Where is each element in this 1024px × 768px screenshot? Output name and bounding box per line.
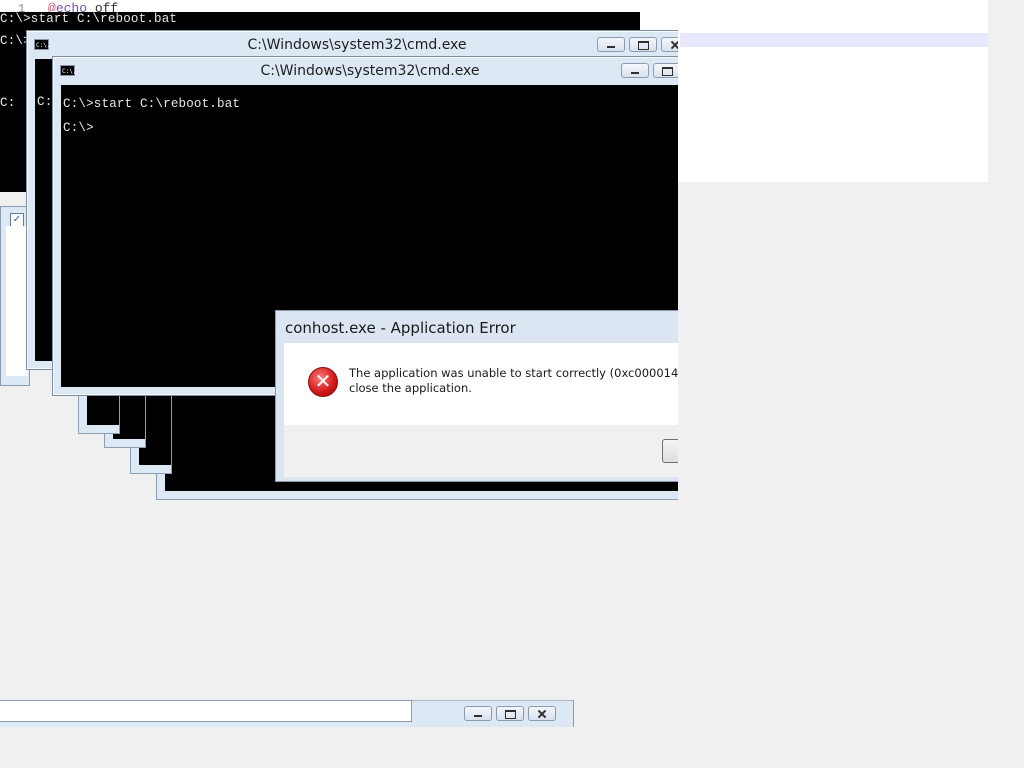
console-line: C:\>start C:\reboot.bat	[63, 97, 241, 111]
checkbox-icon: ✓	[10, 213, 24, 227]
dialog-footer	[284, 425, 686, 477]
editor-line-highlight	[680, 33, 988, 47]
back-console-line: C:\>start C:\reboot.bat	[0, 12, 178, 26]
back-console-line: C:	[0, 96, 16, 110]
dialog-body: ✕ The application was unable to start co…	[284, 343, 719, 425]
minimize-button[interactable]	[464, 706, 492, 721]
dialog-title: conhost.exe - Application Error	[285, 319, 516, 337]
maximize-button[interactable]	[653, 63, 681, 78]
dialog-message-line: close the application.	[349, 381, 472, 395]
minimize-button[interactable]	[597, 37, 625, 52]
bottom-window-client	[0, 700, 412, 722]
desktop-background	[678, 182, 1024, 768]
minimize-button[interactable]	[621, 63, 649, 78]
console-prompt-line: C:\>	[63, 121, 94, 135]
application-error-dialog[interactable]: conhost.exe - Application Error ✕ The ap…	[275, 310, 719, 482]
maximize-button[interactable]	[496, 706, 524, 721]
window-title: C:\Windows\system32\cmd.exe	[260, 63, 480, 79]
dialog-message-line: The application was unable to start corr…	[349, 366, 719, 380]
dialog-message: The application was unable to start corr…	[349, 366, 719, 396]
error-x-icon: ✕	[308, 367, 338, 397]
left-window-client	[6, 226, 28, 376]
desktop-background	[988, 0, 1024, 182]
window-controls	[460, 706, 556, 722]
window-controls	[593, 37, 689, 53]
window-controls	[617, 63, 681, 79]
editor-background	[678, 0, 988, 182]
close-button[interactable]	[528, 706, 556, 721]
maximize-button[interactable]	[629, 37, 657, 52]
console-line: C:	[37, 95, 53, 109]
window-title: C:\Windows\system32\cmd.exe	[247, 37, 467, 53]
